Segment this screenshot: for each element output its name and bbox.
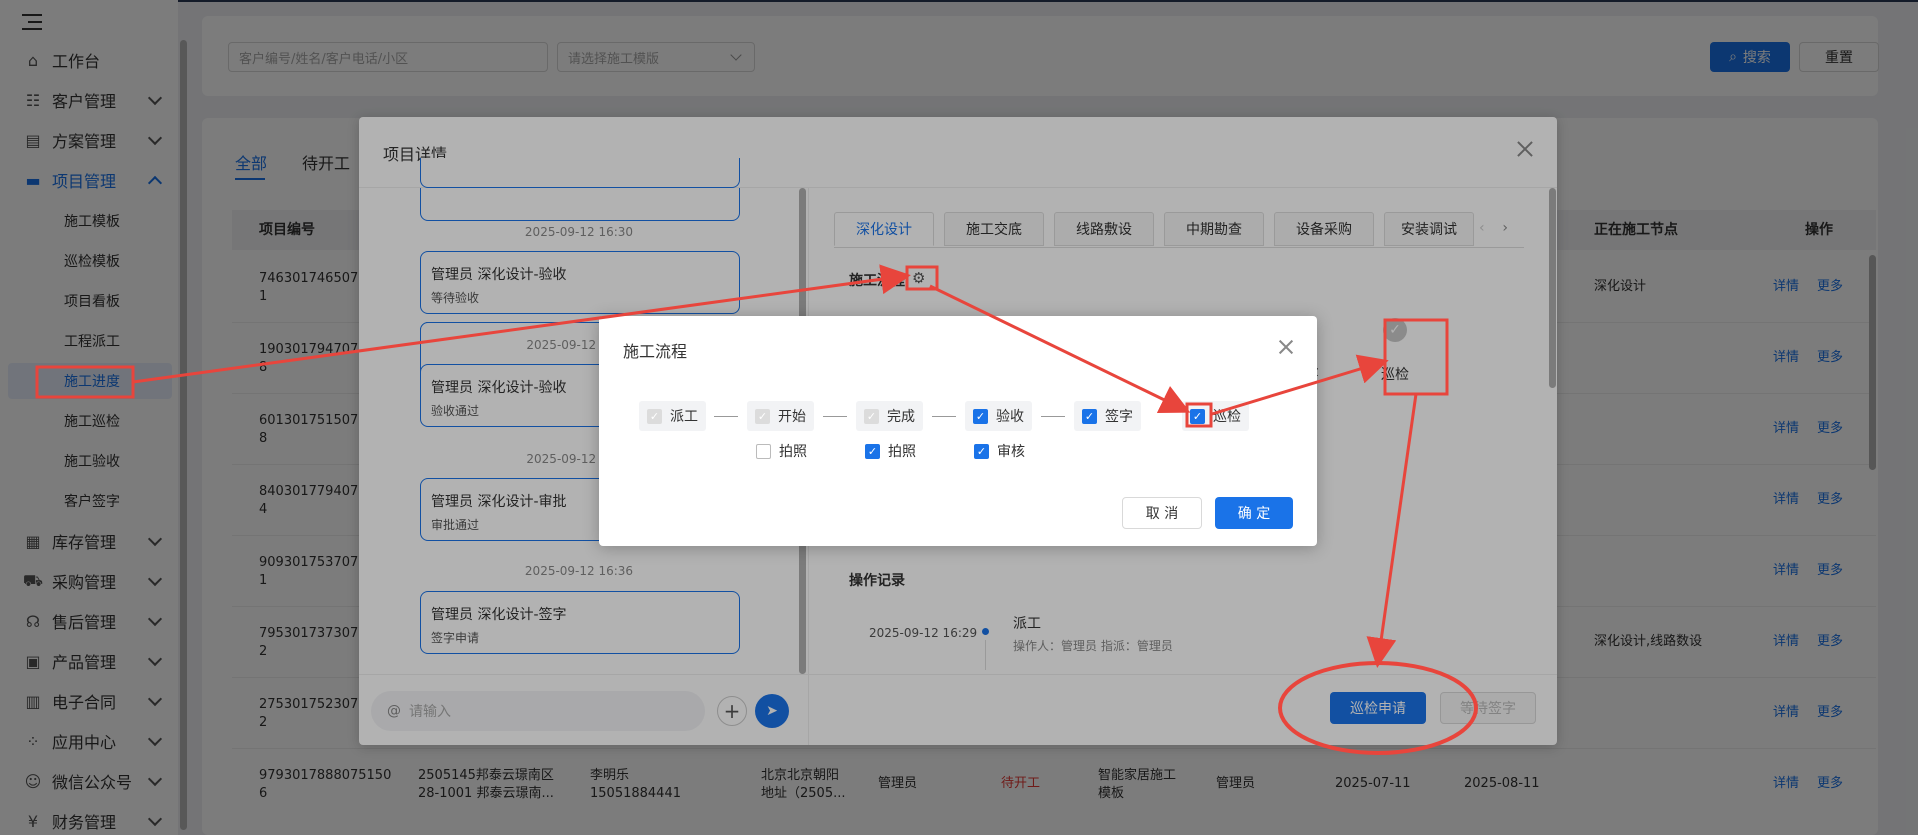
cancel-button[interactable]: 取 消 <box>1122 497 1202 529</box>
confirm-button[interactable]: 确 定 <box>1215 497 1293 529</box>
step-complete[interactable]: ✓ 完成 <box>856 401 923 431</box>
step-connector <box>932 416 956 417</box>
substep-label: 拍照 <box>888 444 916 460</box>
substep-acceptance-review[interactable]: ✓ 审核 <box>974 441 1025 461</box>
step-dispatch-label: 派工 <box>670 409 698 425</box>
step-connector <box>714 416 738 417</box>
substep-complete-photo[interactable]: ✓ 拍照 <box>865 441 916 461</box>
checkbox-checked-icon[interactable]: ✓ <box>1082 408 1097 424</box>
substep-label: 审核 <box>997 444 1025 460</box>
step-inspection-label: 巡检 <box>1213 409 1241 425</box>
checkbox-unchecked-icon[interactable] <box>756 443 771 459</box>
step-signature[interactable]: ✓ 签字 <box>1074 401 1141 431</box>
checkbox-checked-icon[interactable]: ✓ <box>974 443 989 459</box>
substep-label: 拍照 <box>779 444 807 460</box>
flow-dialog-title: 施工流程 <box>623 342 688 361</box>
step-inspection[interactable]: ✓ 巡检 <box>1182 401 1249 431</box>
checkbox-checked-disabled-icon[interactable]: ✓ <box>864 408 879 424</box>
checkbox-checked-icon[interactable]: ✓ <box>865 443 880 459</box>
checkbox-checked-icon[interactable]: ✓ <box>973 408 988 424</box>
substep-start-photo[interactable]: 拍照 <box>756 441 807 461</box>
checkbox-checked-icon[interactable]: ✓ <box>1190 408 1205 424</box>
step-start[interactable]: ✓ 开始 <box>747 401 814 431</box>
step-connector <box>1041 416 1065 417</box>
step-acceptance-label: 验收 <box>996 409 1024 425</box>
step-complete-label: 完成 <box>887 409 915 425</box>
step-dispatch[interactable]: ✓ 派工 <box>639 401 706 431</box>
construction-flow-dialog: 施工流程 ✓ 派工 ✓ 开始 ✓ 完成 ✓ 验收 ✓ 签字 ✓ 巡检 拍照 ✓ 拍照 ✓ 审核 … <box>599 316 1317 546</box>
step-acceptance[interactable]: ✓ 验收 <box>965 401 1032 431</box>
step-start-label: 开始 <box>778 409 806 425</box>
step-signature-label: 签字 <box>1105 409 1133 425</box>
checkbox-checked-disabled-icon[interactable]: ✓ <box>647 408 662 424</box>
close-icon[interactable] <box>1279 340 1293 354</box>
step-connector <box>823 416 847 417</box>
checkbox-checked-disabled-icon[interactable]: ✓ <box>755 408 770 424</box>
